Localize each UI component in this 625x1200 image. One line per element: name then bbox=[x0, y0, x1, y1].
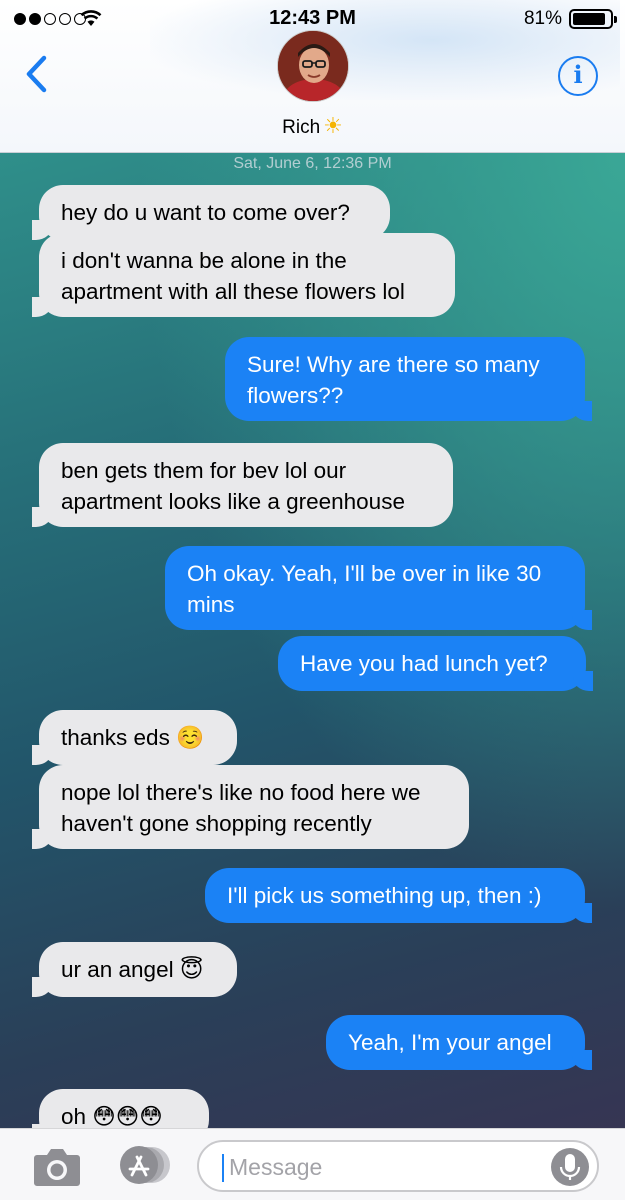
contact-name-text: Rich bbox=[282, 117, 321, 138]
message-text: I'll pick us something up, then :) bbox=[227, 883, 542, 908]
app-store-icon bbox=[120, 1146, 170, 1184]
message-bubble-outgoing[interactable]: Yeah, I'm your angel bbox=[326, 1015, 592, 1070]
message-input[interactable] bbox=[229, 1150, 539, 1184]
message-bubble-incoming[interactable]: ben gets them for bev lol our apartment … bbox=[32, 443, 453, 527]
sun-icon: ☀ bbox=[323, 113, 343, 138]
message-bubble-incoming[interactable]: nope lol there's like no food here we ha… bbox=[32, 765, 469, 849]
message-text: Have you had lunch yet? bbox=[300, 651, 548, 676]
contact-avatar[interactable] bbox=[277, 30, 349, 102]
message-bubble-incoming[interactable]: oh 😳😳😳 bbox=[32, 1089, 209, 1128]
microphone-button[interactable] bbox=[551, 1148, 589, 1186]
app-store-button[interactable] bbox=[112, 1143, 172, 1187]
message-bubble-incoming[interactable]: ur an angel 😇 bbox=[32, 942, 237, 997]
message-bubble-outgoing[interactable]: Have you had lunch yet? bbox=[278, 636, 593, 691]
message-text: ur an angel 😇 bbox=[61, 957, 204, 982]
battery-icon bbox=[569, 9, 617, 29]
info-icon: i bbox=[573, 60, 583, 89]
battery-percent: 81% bbox=[523, 8, 562, 29]
message-text: nope lol there's like no food here we ha… bbox=[61, 780, 421, 836]
message-bubble-incoming[interactable]: thanks eds ☺️ bbox=[32, 710, 237, 765]
message-text: i don't wanna be alone in the apartment … bbox=[61, 248, 405, 304]
message-list[interactable]: Sat, June 6, 12:36 PM hey do u want to c… bbox=[0, 153, 625, 1128]
back-button[interactable] bbox=[22, 54, 54, 94]
message-bubble-incoming[interactable]: i don't wanna be alone in the apartment … bbox=[32, 233, 455, 317]
microphone-icon bbox=[559, 1154, 581, 1180]
message-text: hey do u want to come over? bbox=[61, 200, 350, 225]
message-bubble-incoming[interactable]: hey do u want to come over? bbox=[32, 185, 390, 240]
message-text: ben gets them for bev lol our apartment … bbox=[61, 458, 405, 514]
message-bubble-outgoing[interactable]: I'll pick us something up, then :) bbox=[205, 868, 592, 923]
message-text: Oh okay. Yeah, I'll be over in like 30 m… bbox=[187, 561, 542, 617]
message-bubble-outgoing[interactable]: Sure! Why are there so many flowers?? bbox=[225, 337, 592, 421]
contact-name[interactable]: Rich ☀ bbox=[0, 113, 625, 139]
text-caret bbox=[222, 1154, 224, 1182]
camera-icon bbox=[34, 1149, 80, 1186]
conversation-timestamp: Sat, June 6, 12:36 PM bbox=[233, 155, 392, 172]
message-input-bar bbox=[0, 1128, 625, 1200]
chevron-left-icon bbox=[26, 55, 47, 93]
camera-button[interactable] bbox=[33, 1145, 81, 1187]
message-field[interactable] bbox=[197, 1140, 599, 1192]
avatar-photo bbox=[278, 31, 348, 101]
message-text: Yeah, I'm your angel bbox=[348, 1030, 552, 1055]
message-text: oh 😳😳😳 bbox=[61, 1104, 163, 1128]
message-bubble-outgoing[interactable]: Oh okay. Yeah, I'll be over in like 30 m… bbox=[165, 546, 592, 630]
message-text: thanks eds ☺️ bbox=[61, 725, 205, 750]
message-text: Sure! Why are there so many flowers?? bbox=[247, 352, 540, 408]
info-button[interactable]: i bbox=[558, 56, 598, 96]
conversation-header: 12:43 PM 81% Rich ☀ i bbox=[0, 0, 625, 153]
